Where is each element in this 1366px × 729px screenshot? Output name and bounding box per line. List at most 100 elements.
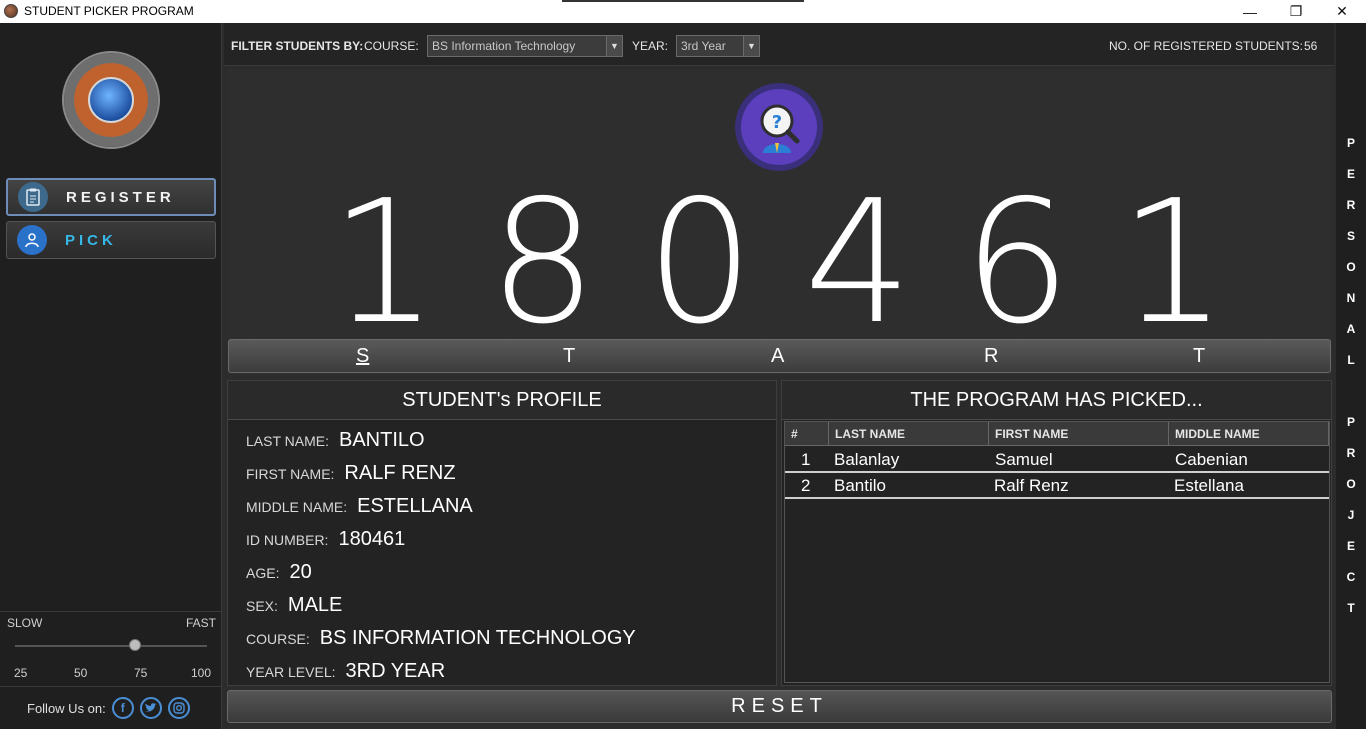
personal-project-letter: L xyxy=(1347,353,1355,367)
table-cell: 2 xyxy=(801,476,811,495)
start-letter: S xyxy=(356,345,370,367)
chevron-down-icon: ▼ xyxy=(606,36,622,56)
register-label: REGISTER xyxy=(66,188,175,206)
restore-button[interactable]: ❐ xyxy=(1273,0,1319,23)
minimize-button[interactable]: — xyxy=(1227,0,1273,23)
table-cell: Ralf Renz xyxy=(994,476,1069,495)
start-letter: T xyxy=(1193,345,1206,367)
personal-project-letter: A xyxy=(1346,322,1356,336)
personal-project-letter: T xyxy=(1347,601,1355,615)
personal-project-letter: P xyxy=(1346,415,1355,429)
speed-slow-label: SLOW xyxy=(7,616,43,630)
column-header[interactable]: # xyxy=(785,422,829,446)
course-select[interactable]: BS Information Technology ▼ xyxy=(427,35,623,57)
clipboard-icon xyxy=(18,182,48,212)
personal-project-letter: C xyxy=(1346,570,1356,584)
course-label: COURSE: xyxy=(364,39,419,53)
year-label: YEAR: xyxy=(632,39,669,53)
id-digit: 1 xyxy=(329,164,439,362)
speed-slider-track[interactable] xyxy=(15,645,207,647)
facebook-icon[interactable]: f xyxy=(111,697,134,719)
speed-tick: 50 xyxy=(74,666,88,680)
speed-tick: 25 xyxy=(14,666,28,680)
follow-us: Follow Us on: f xyxy=(0,693,222,723)
personal-project-letter: J xyxy=(1347,508,1355,522)
year-select-value: 3rd Year xyxy=(681,39,726,53)
start-letter: R xyxy=(984,345,999,367)
follow-us-label: Follow Us on: xyxy=(27,700,106,716)
profile-course: COURSE: BS INFORMATION TECHNOLOGY xyxy=(246,627,636,649)
picked-title: THE PROGRAM HAS PICKED... xyxy=(782,381,1331,420)
filter-bar: FILTER STUDENTS BY: COURSE: BS Informati… xyxy=(224,23,1334,66)
table-row[interactable]: 1 Balanlay Samuel Cabenian xyxy=(785,448,1329,473)
student-profile-panel: STUDENT's PROFILE LAST NAME: BANTILO FIRS… xyxy=(227,380,777,686)
profile-id-number: ID NUMBER: 180461 xyxy=(246,528,406,550)
id-digit: 4 xyxy=(803,164,913,362)
personal-project-letter: O xyxy=(1346,477,1356,491)
svg-text:?: ? xyxy=(772,112,782,133)
personal-project-letter: O xyxy=(1346,260,1356,274)
speed-fast-label: FAST xyxy=(185,616,216,630)
column-header[interactable]: MIDDLE NAME xyxy=(1169,422,1329,446)
window-drag-indicator xyxy=(562,0,804,2)
personal-project-letter: S xyxy=(1346,229,1355,243)
registered-count-label: NO. OF REGISTERED STUDENTS: xyxy=(1109,39,1304,53)
start-button[interactable]: S T A R T xyxy=(228,339,1331,373)
chevron-down-icon: ▼ xyxy=(743,36,759,56)
table-cell: Samuel xyxy=(995,450,1053,469)
personal-project-letter: P xyxy=(1346,136,1355,150)
student-profile-title: STUDENT's PROFILE xyxy=(228,381,776,420)
pick-button[interactable]: PICK xyxy=(6,221,216,259)
window-titlebar: STUDENT PICKER PROGRAM — ❐ ✕ xyxy=(0,0,1366,23)
twitter-icon[interactable] xyxy=(139,697,162,719)
column-header[interactable]: FIRST NAME xyxy=(989,422,1169,446)
profile-sex: SEX: MALE xyxy=(246,594,343,616)
profile-first-name: FIRST NAME: RALF RENZ xyxy=(246,462,456,484)
search-person-icon: ? xyxy=(735,83,823,171)
table-cell: Estellana xyxy=(1174,476,1244,495)
table-row[interactable]: 2 Bantilo Ralf Renz Estellana xyxy=(785,474,1329,499)
start-letter: A xyxy=(771,345,785,367)
speed-slider-thumb[interactable] xyxy=(129,639,141,651)
user-icon xyxy=(17,225,47,255)
speed-tick: 75 xyxy=(134,666,148,680)
profile-year-level: YEAR LEVEL: 3RD YEAR xyxy=(246,660,446,682)
pick-label: PICK xyxy=(65,231,117,249)
right-strip xyxy=(1336,23,1366,729)
instagram-icon[interactable] xyxy=(167,697,190,719)
id-digit: 8 xyxy=(488,164,598,362)
profile-last-name: LAST NAME: BANTILO xyxy=(246,429,425,451)
register-button[interactable]: REGISTER xyxy=(6,178,216,216)
globe-icon xyxy=(88,77,134,123)
profile-age: AGE: 20 xyxy=(246,561,312,583)
personal-project-letter: R xyxy=(1346,446,1356,460)
profile-middle-name: MIDDLE NAME: ESTELLANA xyxy=(246,495,473,517)
college-logo xyxy=(62,51,160,149)
personal-project-letter: E xyxy=(1346,539,1355,553)
reset-button[interactable]: RESET xyxy=(227,690,1332,723)
id-digit: 0 xyxy=(645,164,755,362)
speed-control: SLOW FAST 25 50 75 100 xyxy=(0,611,222,687)
registered-count-value: 56 xyxy=(1304,39,1318,53)
close-button[interactable]: ✕ xyxy=(1319,0,1365,23)
sidebar: REGISTER PICK SLOW FAST 25 50 75 100 Fol… xyxy=(0,23,222,729)
column-header[interactable]: LAST NAME xyxy=(829,422,989,446)
course-select-value: BS Information Technology xyxy=(432,39,576,53)
table-cell: 1 xyxy=(801,450,811,469)
table-cell: Cabenian xyxy=(1175,450,1248,469)
start-letter: T xyxy=(563,345,576,367)
year-select[interactable]: 3rd Year ▼ xyxy=(676,35,760,57)
picked-table[interactable]: # LAST NAME FIRST NAME MIDDLE NAME 1 Bal… xyxy=(784,421,1330,683)
table-cell: Bantilo xyxy=(834,476,886,495)
speed-tick: 100 xyxy=(191,666,212,680)
id-digit: 1 xyxy=(1118,164,1228,362)
id-digit: 6 xyxy=(962,164,1072,362)
table-cell: Balanlay xyxy=(834,450,900,469)
personal-project-letter: R xyxy=(1346,198,1356,212)
window-title: STUDENT PICKER PROGRAM xyxy=(24,4,194,18)
filter-heading: FILTER STUDENTS BY: xyxy=(231,39,364,53)
personal-project-letter: N xyxy=(1346,291,1356,305)
app-icon xyxy=(4,4,18,18)
personal-project-letter: E xyxy=(1346,167,1355,181)
app-body: REGISTER PICK SLOW FAST 25 50 75 100 Fol… xyxy=(0,23,1366,729)
